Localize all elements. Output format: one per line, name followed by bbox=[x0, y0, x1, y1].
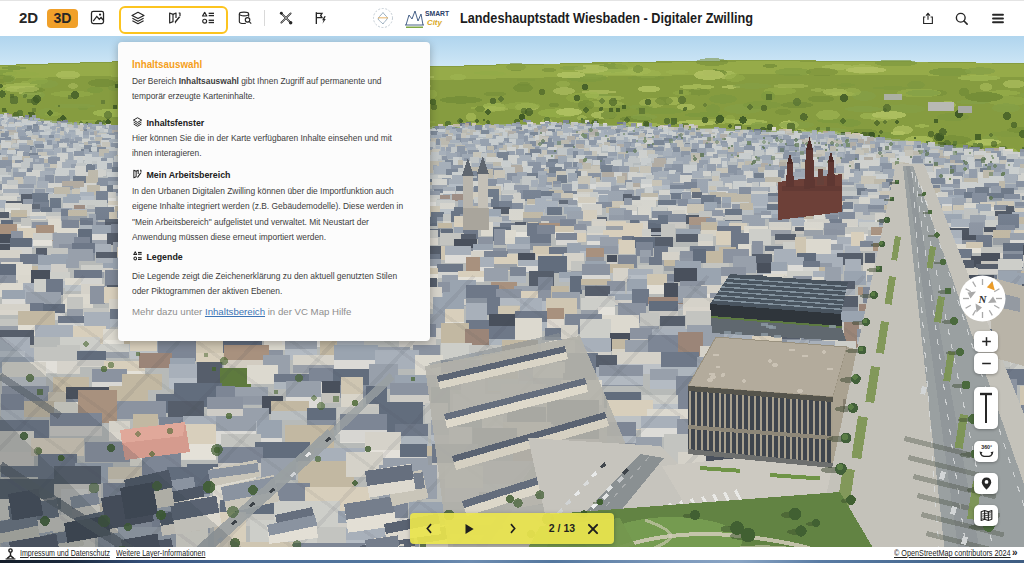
svg-text:N: N bbox=[978, 293, 988, 305]
svg-text:360°: 360° bbox=[981, 444, 992, 450]
svg-text:SMART: SMART bbox=[425, 10, 450, 17]
svg-text:City: City bbox=[427, 18, 442, 27]
